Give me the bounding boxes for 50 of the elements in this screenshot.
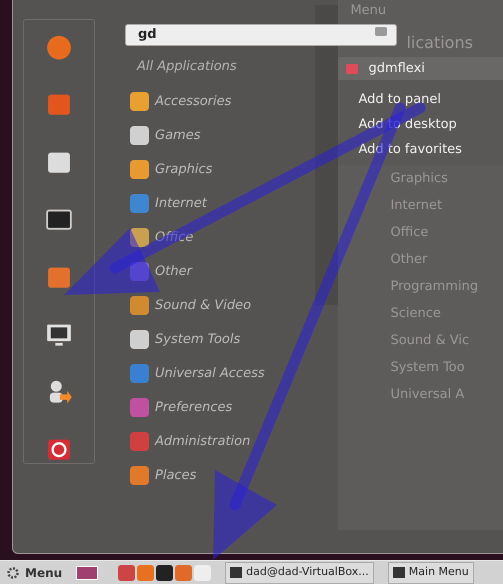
category-icon: [130, 194, 149, 213]
category-icon: [130, 228, 149, 247]
category-icon: [130, 262, 149, 281]
clear-icon[interactable]: [375, 27, 387, 36]
category-icon: [130, 92, 149, 111]
list-item: Universal A: [390, 386, 466, 404]
app-icon: [346, 64, 358, 74]
list-item: Graphics: [390, 170, 449, 188]
list-item: Other: [390, 250, 428, 268]
category-item[interactable]: Sound & Video: [125, 288, 315, 322]
category-icon: [130, 398, 149, 417]
context-menu-item[interactable]: Add to favorites: [358, 140, 503, 165]
category-icon: [130, 364, 149, 383]
menu-button[interactable]: Menu: [6, 564, 62, 582]
list-item: Science: [390, 304, 442, 322]
category-icon: [130, 330, 149, 349]
category-icon: [130, 160, 149, 179]
category-item[interactable]: Graphics: [125, 152, 315, 186]
category-item[interactable]: Universal Access: [125, 356, 315, 390]
category-icon: [130, 466, 149, 485]
gear-icon: [6, 566, 20, 580]
category-item[interactable]: Places: [125, 458, 315, 492]
list-item: Office: [390, 224, 430, 242]
category-item[interactable]: Administration: [125, 424, 315, 458]
category-item[interactable]: Games: [125, 118, 315, 152]
window-title: Menu: [350, 2, 388, 20]
category-header: All Applications: [137, 58, 238, 76]
list-item: System Too: [390, 358, 466, 376]
launcher-icon[interactable]: [156, 564, 174, 580]
category-icon: [130, 432, 149, 451]
category-item[interactable]: Preferences: [125, 390, 315, 424]
task-icon: [392, 567, 405, 578]
context-menu-item[interactable]: Add to desktop: [358, 115, 503, 140]
task-button[interactable]: Main Menu: [388, 562, 474, 584]
category-item[interactable]: Other: [125, 254, 315, 288]
context-menu-title: gdmflexi: [368, 60, 425, 78]
list-item: Sound & Vic: [390, 332, 470, 350]
category-item[interactable]: Accessories: [125, 84, 315, 118]
task-button[interactable]: dad@dad-VirtualBox...: [225, 562, 374, 584]
desktop-icon[interactable]: [76, 566, 98, 580]
list-item: Programming: [390, 278, 480, 296]
search-field[interactable]: gd: [125, 24, 397, 46]
category-icon: [130, 296, 149, 315]
category-item[interactable]: System Tools: [125, 322, 315, 356]
list-heading: lications: [406, 32, 474, 54]
task-icon: [230, 567, 242, 578]
list-item: Internet: [390, 196, 444, 214]
category-icon: [130, 126, 149, 145]
context-menu-item[interactable]: Add to panel: [358, 90, 503, 115]
category-item[interactable]: Internet: [125, 186, 315, 220]
